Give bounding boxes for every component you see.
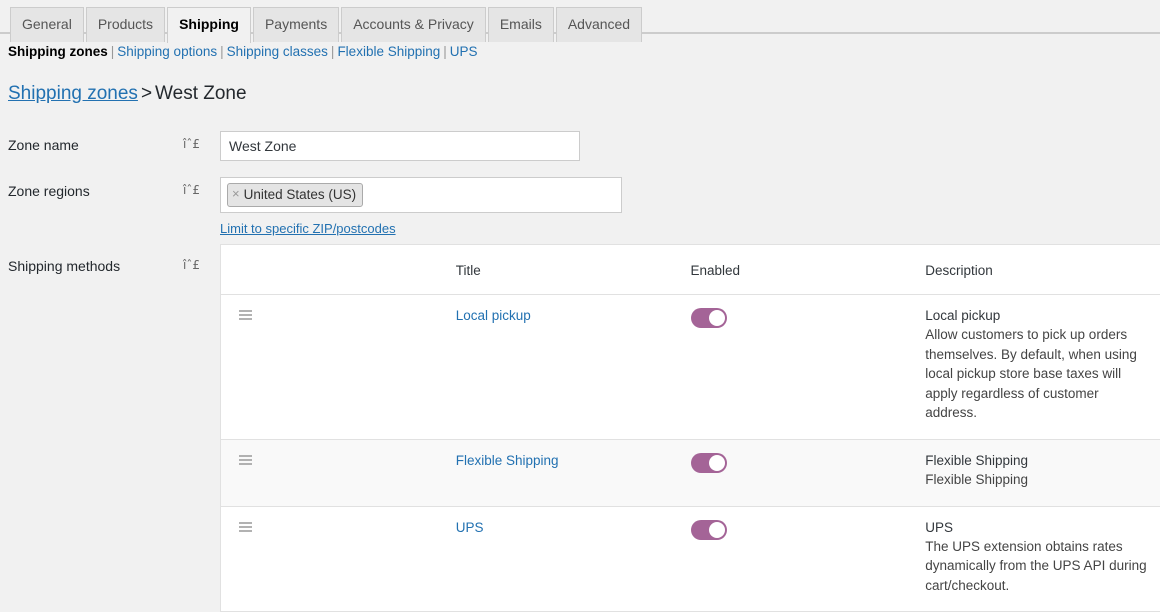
description-title: Local pickup — [925, 308, 1001, 324]
close-icon[interactable]: × — [232, 186, 240, 203]
subnav-separator: | — [220, 44, 224, 59]
method-title-link[interactable]: Local pickup — [456, 308, 531, 323]
subnav-item-shipping-options[interactable]: Shipping options — [117, 44, 217, 59]
row-handle-cell — [221, 506, 456, 612]
shipping-methods-cell: Title Enabled Description Local pickup Lo… — [220, 244, 1160, 612]
zone-name-label: Zone name — [8, 136, 79, 153]
tab-general[interactable]: General — [10, 7, 84, 42]
subnav-separator: | — [330, 44, 335, 59]
enabled-toggle[interactable] — [690, 452, 727, 473]
tab-shipping[interactable]: Shipping — [167, 7, 251, 43]
toggle-knob — [708, 521, 725, 538]
table-row: Flexible Shipping Flexible Shipping Flexib… — [221, 439, 1160, 507]
row-title-cell: Flexible Shipping — [455, 439, 691, 507]
shipping-methods-label-cell: Shipping methods îˆ£ — [0, 244, 220, 612]
breadcrumb-current: West Zone — [155, 82, 247, 104]
shipping-methods-label: Shipping methods — [8, 258, 121, 275]
subnav-item-shipping-zones: Shipping zones — [8, 44, 108, 59]
row-description-cell: UPS The UPS extension obtains rates dynam… — [925, 506, 1160, 612]
drag-handle-icon[interactable] — [239, 521, 252, 532]
description-body: Allow customers to pick up orders themse… — [925, 327, 1137, 421]
tab-emails[interactable]: Emails — [487, 7, 554, 42]
breadcrumb: Shipping zones > West Zone — [8, 82, 1160, 107]
col-enabled-header: Enabled — [690, 245, 926, 296]
help-icon[interactable]: îˆ£ — [183, 137, 210, 151]
zone-name-input[interactable] — [220, 130, 580, 161]
tab-advanced[interactable]: Advanced — [555, 7, 643, 42]
subnav-separator: | — [443, 44, 447, 59]
description-title: Flexible Shipping — [925, 452, 1029, 468]
zone-regions-label: Zone regions — [8, 182, 90, 199]
help-icon[interactable]: îˆ£ — [183, 183, 210, 197]
col-handle-header — [221, 245, 456, 296]
row-description-cell: Flexible Shipping Flexible Shipping — [925, 439, 1160, 507]
zone-regions-select[interactable]: × United States (US) — [220, 176, 622, 214]
subnav-item-ups[interactable]: UPS — [450, 44, 478, 59]
zone-regions-row: Zone regions îˆ£ × United States (US) Li… — [0, 169, 1160, 245]
drag-handle-icon[interactable] — [239, 310, 252, 321]
breadcrumb-parent-link[interactable]: Shipping zones — [8, 83, 138, 104]
tab-payments[interactable]: Payments — [252, 7, 340, 42]
shipping-methods-table: Title Enabled Description Local pickup Lo… — [221, 245, 1160, 612]
methods-header-row: Title Enabled Description — [221, 245, 1160, 296]
region-chip[interactable]: × United States (US) — [227, 182, 364, 208]
subnav-item-shipping-classes[interactable]: Shipping classes — [227, 44, 328, 59]
row-title-cell: Local pickup — [455, 294, 691, 440]
zone-form: Zone name îˆ£ Zone regions îˆ£ × United … — [0, 123, 1160, 612]
description-title: UPS — [925, 519, 954, 535]
table-row: Local pickup Local pickup Allow customers … — [221, 294, 1160, 440]
enabled-toggle[interactable] — [690, 519, 727, 540]
help-icon[interactable]: îˆ£ — [183, 258, 210, 272]
zone-name-label-cell: Zone name îˆ£ — [0, 123, 220, 169]
tab-accounts-privacy[interactable]: Accounts & Privacy — [341, 7, 486, 42]
region-chip-label: United States (US) — [243, 186, 357, 202]
zone-name-field-cell — [220, 123, 1160, 169]
zone-name-row: Zone name îˆ£ — [0, 123, 1160, 169]
row-title-cell: UPS — [455, 506, 691, 612]
method-title-link[interactable]: Flexible Shipping — [456, 453, 559, 468]
row-enabled-cell — [690, 294, 926, 440]
method-title-link[interactable]: UPS — [456, 520, 484, 535]
enabled-toggle[interactable] — [690, 308, 727, 329]
description-body: Flexible Shipping — [925, 471, 1029, 487]
col-description-header: Description — [925, 245, 1160, 296]
row-handle-cell — [221, 294, 456, 440]
methods-table-body: Local pickup Local pickup Allow customers … — [221, 294, 1160, 612]
settings-tab-bar: General Products Shipping Payments Accounts … — [0, 0, 1160, 43]
row-enabled-cell — [690, 439, 926, 507]
shipping-methods-panel: Title Enabled Description Local pickup Lo… — [220, 244, 1160, 612]
description-body: The UPS extension obtains rates dynamica… — [925, 538, 1147, 593]
row-enabled-cell — [690, 506, 926, 612]
row-handle-cell — [221, 439, 456, 507]
table-row: UPS UPS The UPS extension obtains rates dy… — [221, 506, 1160, 612]
limit-postcodes-link[interactable]: Limit to specific ZIP/postcodes — [220, 221, 396, 236]
zone-regions-label-cell: Zone regions îˆ£ — [0, 169, 220, 245]
toggle-knob — [708, 454, 725, 471]
shipping-methods-row: Shipping methods îˆ£ Title Enabled Descr… — [0, 244, 1160, 612]
methods-table-head: Title Enabled Description — [221, 245, 1160, 296]
row-description-cell: Local pickup Allow customers to pick up o… — [925, 294, 1160, 440]
col-title-header: Title — [455, 245, 691, 296]
subnav-separator: | — [110, 44, 115, 59]
breadcrumb-separator: > — [140, 82, 153, 104]
drag-handle-icon[interactable] — [239, 454, 252, 465]
subnav-item-flexible-shipping[interactable]: Flexible Shipping — [337, 44, 440, 59]
toggle-knob — [708, 310, 725, 327]
zone-regions-field-cell: × United States (US) Limit to specific Z… — [220, 169, 1160, 245]
tab-products[interactable]: Products — [85, 7, 166, 42]
